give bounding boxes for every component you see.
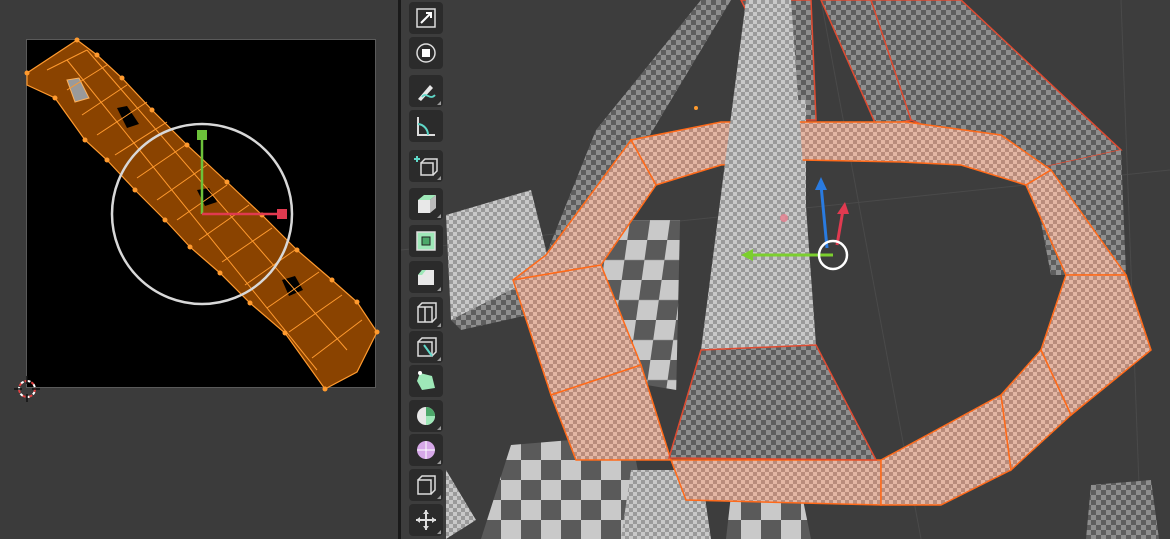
measure-icon[interactable] [409,110,443,142]
loop-cut-icon[interactable] [409,297,443,329]
edge-slide-icon[interactable] [409,469,443,501]
transform-icon[interactable] [409,37,443,69]
gizmo-z-arrow[interactable] [819,184,829,249]
uv-islands[interactable] [24,37,380,392]
bevel-icon[interactable] [409,261,443,293]
smooth-icon[interactable] [409,434,443,466]
inset-faces-icon[interactable] [409,225,443,257]
tool-shelf [406,0,448,539]
gizmo-y-handle[interactable] [197,130,207,140]
knife-icon[interactable] [409,331,443,363]
2d-cursor-icon[interactable] [14,376,40,402]
annotate-icon[interactable] [409,75,443,107]
viewport-scene[interactable] [401,0,1170,539]
uv-editor-panel[interactable] [0,0,398,539]
uv-canvas[interactable] [24,37,380,392]
origin-dot [694,106,698,110]
shrink-fatten-icon[interactable] [409,504,443,536]
gizmo-x-arrow[interactable] [835,209,845,246]
uv-transform-gizmo[interactable] [110,122,294,306]
add-cube-icon[interactable] [409,150,443,182]
3d-viewport[interactable] [401,0,1170,539]
gizmo-x-handle[interactable] [277,209,287,219]
extrude-region-icon[interactable] [409,188,443,220]
spin-icon[interactable] [409,400,443,432]
front-pillar[interactable] [667,0,878,461]
scale-cage-icon[interactable] [409,2,443,34]
poly-build-icon[interactable] [409,365,443,397]
